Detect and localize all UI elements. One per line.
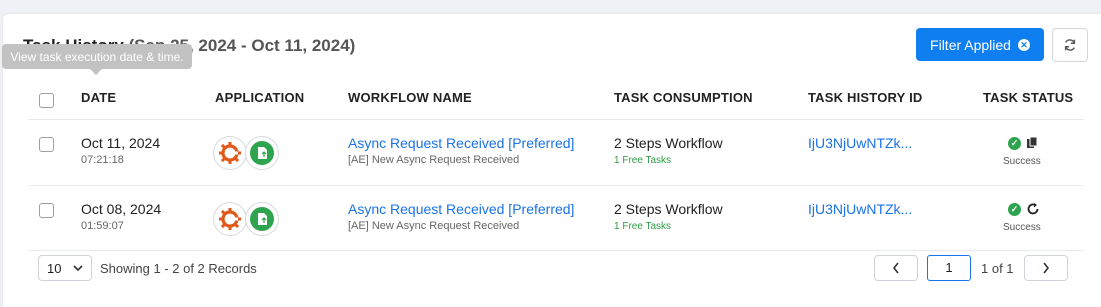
task-history-id-link[interactable]: IjU3NjUwNTZk... — [808, 135, 912, 151]
clear-filter-icon[interactable]: ✕ — [1017, 38, 1030, 51]
refresh-button[interactable] — [1052, 28, 1088, 62]
document-icon — [250, 141, 274, 165]
task-consumption: 2 Steps Workflow — [614, 201, 723, 217]
row-checkbox[interactable] — [39, 203, 54, 218]
free-tasks: 1 Free Tasks — [614, 221, 672, 232]
tooltip-arrow — [90, 69, 102, 75]
next-page-button[interactable] — [1024, 255, 1068, 281]
status-icons: ✓ — [1008, 136, 1039, 150]
col-application: APPLICATION — [215, 90, 305, 105]
retry-icon[interactable] — [1026, 202, 1040, 216]
row-time: 01:59:07 — [81, 220, 124, 232]
row-date: Oct 08, 2024 — [81, 201, 162, 217]
copy-icon[interactable] — [1026, 136, 1039, 150]
gear-icon — [219, 208, 241, 230]
date-tooltip: View task execution date & time. — [2, 44, 192, 75]
select-all-checkbox[interactable] — [39, 93, 54, 108]
page-of-text: 1 of 1 — [981, 261, 1014, 276]
refresh-icon — [1064, 39, 1076, 51]
page-number-input[interactable]: 1 — [927, 255, 971, 281]
chevron-left-icon — [892, 262, 899, 274]
page-size-select[interactable]: 10 — [38, 255, 92, 281]
filter-applied-button[interactable]: Filter Applied ✕ — [916, 28, 1044, 61]
row-checkbox[interactable] — [39, 137, 54, 152]
app-gear-icon — [213, 136, 247, 170]
prev-page-button[interactable] — [874, 255, 918, 281]
status-label: Success — [1003, 156, 1041, 167]
gear-icon — [219, 142, 241, 164]
col-workflow-name: WORKFLOW NAME — [348, 90, 472, 105]
row-divider — [28, 250, 1084, 251]
app-gear-icon — [213, 202, 247, 236]
row-divider — [28, 185, 1084, 186]
header-divider — [28, 119, 1084, 120]
app-doc-icon — [245, 136, 279, 170]
task-consumption: 2 Steps Workflow — [614, 135, 723, 151]
workflow-link[interactable]: Async Request Received [Preferred] — [348, 135, 574, 151]
task-history-id-link[interactable]: IjU3NjUwNTZk... — [808, 201, 912, 217]
workflow-link[interactable]: Async Request Received [Preferred] — [348, 201, 574, 217]
col-task-status: TASK STATUS — [983, 90, 1074, 105]
col-task-history-id: TASK HISTORY ID — [808, 90, 923, 105]
chevron-down-icon — [73, 264, 83, 271]
document-icon — [250, 207, 274, 231]
col-task-consumption: TASK CONSUMPTION — [614, 90, 753, 105]
app-doc-icon — [245, 202, 279, 236]
records-summary: Showing 1 - 2 of 2 Records — [100, 261, 257, 276]
workflow-subtitle: [AE] New Async Request Received — [348, 220, 520, 232]
status-label: Success — [1003, 222, 1041, 233]
chevron-right-icon — [1043, 262, 1050, 274]
workflow-subtitle: [AE] New Async Request Received — [348, 154, 520, 166]
free-tasks: 1 Free Tasks — [614, 155, 672, 166]
page-size-value: 10 — [47, 260, 62, 276]
row-date: Oct 11, 2024 — [81, 135, 161, 151]
row-time: 07:21:18 — [81, 154, 124, 166]
tooltip-text: View task execution date & time. — [10, 49, 184, 64]
col-date[interactable]: DATE — [81, 90, 116, 105]
success-check-icon: ✓ — [1008, 202, 1021, 216]
success-check-icon: ✓ — [1008, 136, 1021, 150]
filter-applied-label: Filter Applied — [930, 36, 1011, 53]
status-icons: ✓ — [1008, 202, 1040, 216]
